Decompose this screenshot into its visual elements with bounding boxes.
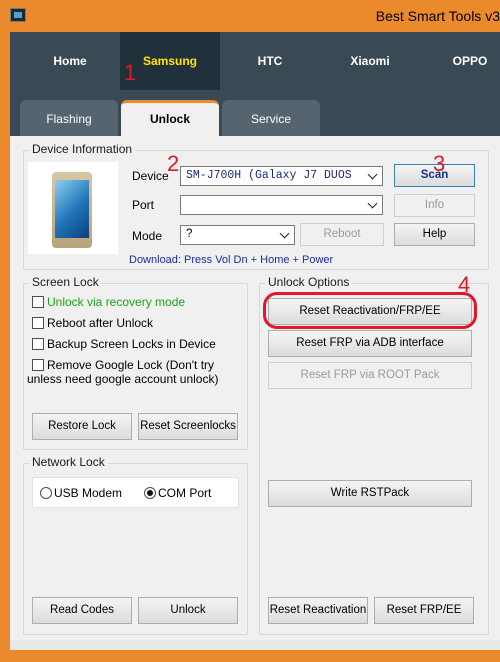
mode-select-value: ?: [186, 228, 193, 240]
network-lock-legend: Network Lock: [29, 455, 108, 469]
tab-htc[interactable]: HTC: [230, 32, 310, 90]
com-port-radio[interactable]: [144, 487, 156, 499]
tab-home[interactable]: Home: [30, 32, 110, 90]
write-rstpack-button[interactable]: Write RSTPack: [268, 480, 472, 507]
tab-oppo[interactable]: OPPO: [430, 32, 500, 90]
usb-modem-label: USB Modem: [54, 486, 123, 500]
screen-lock-legend: Screen Lock: [29, 275, 102, 289]
reboot-after-unlock-checkbox[interactable]: [32, 317, 44, 329]
tab-flashing[interactable]: Flashing: [20, 100, 118, 136]
unlock-via-recovery-label: Unlock via recovery mode: [47, 295, 186, 309]
reset-frp-root-button[interactable]: Reset FRP via ROOT Pack: [268, 362, 472, 389]
annotation-3: 3: [433, 151, 446, 176]
tab-xiaomi[interactable]: Xiaomi: [330, 32, 410, 90]
reboot-after-unlock-label: Reboot after Unlock: [47, 316, 154, 330]
mode-select[interactable]: ?: [180, 225, 295, 245]
usb-modem-radio[interactable]: [40, 487, 52, 499]
window-frame-bottom: [0, 650, 500, 662]
device-select-value: SM-J700H (Galaxy J7 DUOS: [186, 169, 352, 182]
mode-label: Mode: [132, 229, 163, 243]
restore-lock-button[interactable]: Restore Lock: [32, 413, 132, 440]
reset-frp-adb-button[interactable]: Reset FRP via ADB interface: [268, 330, 472, 357]
unlock-options-legend: Unlock Options: [265, 275, 353, 289]
device-select[interactable]: SM-J700H (Galaxy J7 DUOS: [180, 166, 383, 186]
phone-screen: [55, 180, 89, 238]
reset-reactivation-button[interactable]: Reset Reactivation: [268, 597, 368, 624]
chevron-down-icon: [281, 229, 290, 238]
chevron-down-icon: [369, 199, 378, 208]
network-unlock-button[interactable]: Unlock: [138, 597, 238, 624]
annotation-2: 2: [167, 151, 180, 176]
port-select[interactable]: [180, 195, 383, 215]
chevron-down-icon: [369, 170, 378, 179]
status-strip: [10, 640, 500, 650]
download-mode-hint: Download: Press Vol Dn + Home + Power: [129, 254, 334, 266]
com-port-label: COM Port: [158, 486, 212, 500]
device-label: Device: [132, 169, 169, 183]
window-title: Best Smart Tools v3: [375, 8, 500, 24]
device-information-legend: Device Information: [29, 142, 136, 156]
info-button[interactable]: Info: [394, 194, 475, 217]
tab-unlock[interactable]: Unlock: [121, 100, 219, 136]
annotation-1: 1: [124, 60, 137, 85]
reboot-button[interactable]: Reboot: [300, 223, 384, 246]
remove-google-lock-label: Remove Google Lock (Don't try unless nee…: [27, 358, 219, 386]
help-button[interactable]: Help: [394, 223, 475, 246]
backup-screen-locks-checkbox[interactable]: [32, 338, 44, 350]
window-frame-left: [0, 32, 10, 662]
unlock-via-recovery-checkbox[interactable]: [32, 296, 44, 308]
read-codes-button[interactable]: Read Codes: [32, 597, 132, 624]
tab-service[interactable]: Service: [222, 100, 320, 136]
reset-screenlocks-button[interactable]: Reset Screenlocks: [138, 413, 238, 440]
app-icon: [10, 8, 26, 22]
backup-screen-locks-label: Backup Screen Locks in Device: [47, 337, 216, 351]
reset-frp-ee-button[interactable]: Reset FRP/EE: [374, 597, 474, 624]
highlight-annotation: [263, 292, 477, 329]
port-label: Port: [132, 198, 155, 212]
